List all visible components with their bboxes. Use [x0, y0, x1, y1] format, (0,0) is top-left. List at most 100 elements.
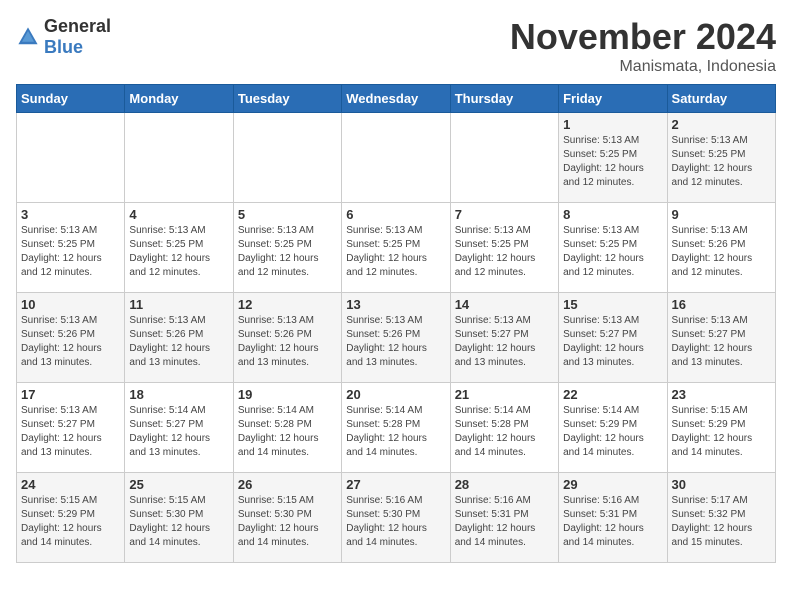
calendar-cell: 29 Sunrise: 5:16 AM Sunset: 5:31 PM Dayli… [559, 473, 667, 563]
calendar-cell: 28Sunrise: 5:16 AM Sunset: 5:31 PM Dayli… [450, 473, 558, 563]
day-of-week-header: Wednesday [342, 85, 450, 113]
logo: General Blue [16, 16, 111, 58]
calendar-cell: 16 Sunrise: 5:13 AM Sunset: 5:27 PM Dayli… [667, 293, 775, 383]
day-of-week-header: Thursday [450, 85, 558, 113]
day-info: Sunrise: 5:15 AM Sunset: 5:30 PM Dayligh… [129, 494, 228, 550]
calendar-cell: 6 Sunrise: 5:13 AM Sunset: 5:25 PM Daylig… [342, 203, 450, 293]
day-number: 1 [563, 117, 662, 132]
calendar-cell: 5 Sunrise: 5:13 AM Sunset: 5:25 PM Daylig… [233, 203, 341, 293]
day-info: Sunrise: 5:13 AM Sunset: 5:25 PM Dayligh… [455, 224, 554, 280]
calendar-cell: 14 Sunrise: 5:13 AM Sunset: 5:27 PM Dayli… [450, 293, 558, 383]
day-info: Sunrise: 5:14 AM Sunset: 5:28 PM Dayligh… [346, 404, 445, 460]
day-info: Sunrise: 5:13 AM Sunset: 5:25 PM Dayligh… [129, 224, 228, 280]
day-info: Sunrise: 5:15 AM Sunset: 5:29 PM Dayligh… [672, 404, 771, 460]
calendar-week-row: 17Sunrise: 5:13 AM Sunset: 5:27 PM Dayli… [17, 383, 776, 473]
logo-general: General [44, 16, 111, 36]
calendar-cell: 2Sunrise: 5:13 AM Sunset: 5:25 PM Daylig… [667, 113, 775, 203]
day-of-week-header: Sunday [17, 85, 125, 113]
day-info: Sunrise: 5:16 AM Sunset: 5:31 PM Dayligh… [563, 494, 662, 550]
calendar-table: SundayMondayTuesdayWednesdayThursdayFrid… [16, 84, 776, 563]
day-number: 2 [672, 117, 771, 132]
calendar-body: 1 Sunrise: 5:13 AM Sunset: 5:25 PM Daylig… [17, 113, 776, 563]
calendar-cell: 11Sunrise: 5:13 AM Sunset: 5:26 PM Dayli… [125, 293, 233, 383]
day-info: Sunrise: 5:13 AM Sunset: 5:26 PM Dayligh… [346, 314, 445, 370]
day-number: 15 [563, 297, 662, 312]
day-info: Sunrise: 5:15 AM Sunset: 5:30 PM Dayligh… [238, 494, 337, 550]
calendar-week-row: 24Sunrise: 5:15 AM Sunset: 5:29 PM Dayli… [17, 473, 776, 563]
day-number: 5 [238, 207, 337, 222]
day-number: 19 [238, 387, 337, 402]
day-info: Sunrise: 5:13 AM Sunset: 5:27 PM Dayligh… [563, 314, 662, 370]
day-number: 12 [238, 297, 337, 312]
calendar-cell: 7 Sunrise: 5:13 AM Sunset: 5:25 PM Daylig… [450, 203, 558, 293]
day-of-week-header: Saturday [667, 85, 775, 113]
day-number: 16 [672, 297, 771, 312]
calendar-cell [450, 113, 558, 203]
day-info: Sunrise: 5:13 AM Sunset: 5:25 PM Dayligh… [563, 134, 662, 190]
calendar-cell: 10Sunrise: 5:13 AM Sunset: 5:26 PM Dayli… [17, 293, 125, 383]
day-info: Sunrise: 5:13 AM Sunset: 5:27 PM Dayligh… [21, 404, 120, 460]
calendar-week-row: 3Sunrise: 5:13 AM Sunset: 5:25 PM Daylig… [17, 203, 776, 293]
calendar-cell: 15 Sunrise: 5:13 AM Sunset: 5:27 PM Dayli… [559, 293, 667, 383]
calendar-cell [125, 113, 233, 203]
day-info: Sunrise: 5:13 AM Sunset: 5:25 PM Dayligh… [563, 224, 662, 280]
day-info: Sunrise: 5:13 AM Sunset: 5:25 PM Dayligh… [21, 224, 120, 280]
calendar-cell: 18Sunrise: 5:14 AM Sunset: 5:27 PM Dayli… [125, 383, 233, 473]
day-info: Sunrise: 5:14 AM Sunset: 5:29 PM Dayligh… [563, 404, 662, 460]
calendar-cell: 27 Sunrise: 5:16 AM Sunset: 5:30 PM Dayli… [342, 473, 450, 563]
calendar-cell: 19 Sunrise: 5:14 AM Sunset: 5:28 PM Dayli… [233, 383, 341, 473]
day-number: 25 [129, 477, 228, 492]
day-number: 22 [563, 387, 662, 402]
day-info: Sunrise: 5:13 AM Sunset: 5:26 PM Dayligh… [672, 224, 771, 280]
day-number: 28 [455, 477, 554, 492]
calendar-cell: 22 Sunrise: 5:14 AM Sunset: 5:29 PM Dayli… [559, 383, 667, 473]
calendar-cell [17, 113, 125, 203]
day-number: 7 [455, 207, 554, 222]
day-info: Sunrise: 5:13 AM Sunset: 5:25 PM Dayligh… [238, 224, 337, 280]
calendar-cell: 3Sunrise: 5:13 AM Sunset: 5:25 PM Daylig… [17, 203, 125, 293]
day-number: 29 [563, 477, 662, 492]
calendar-cell: 30 Sunrise: 5:17 AM Sunset: 5:32 PM Dayli… [667, 473, 775, 563]
calendar-cell: 21 Sunrise: 5:14 AM Sunset: 5:28 PM Dayli… [450, 383, 558, 473]
calendar-week-row: 10Sunrise: 5:13 AM Sunset: 5:26 PM Dayli… [17, 293, 776, 383]
day-number: 11 [129, 297, 228, 312]
calendar-cell: 23 Sunrise: 5:15 AM Sunset: 5:29 PM Dayli… [667, 383, 775, 473]
calendar-cell: 8 Sunrise: 5:13 AM Sunset: 5:25 PM Daylig… [559, 203, 667, 293]
day-info: Sunrise: 5:13 AM Sunset: 5:26 PM Dayligh… [238, 314, 337, 370]
calendar-cell: 17Sunrise: 5:13 AM Sunset: 5:27 PM Dayli… [17, 383, 125, 473]
day-number: 8 [563, 207, 662, 222]
calendar-cell: 25 Sunrise: 5:15 AM Sunset: 5:30 PM Dayli… [125, 473, 233, 563]
calendar-cell: 4Sunrise: 5:13 AM Sunset: 5:25 PM Daylig… [125, 203, 233, 293]
calendar-cell [233, 113, 341, 203]
day-number: 23 [672, 387, 771, 402]
day-info: Sunrise: 5:13 AM Sunset: 5:25 PM Dayligh… [346, 224, 445, 280]
calendar-cell: 24Sunrise: 5:15 AM Sunset: 5:29 PM Dayli… [17, 473, 125, 563]
subtitle: Manismata, Indonesia [510, 58, 776, 76]
day-info: Sunrise: 5:17 AM Sunset: 5:32 PM Dayligh… [672, 494, 771, 550]
day-number: 18 [129, 387, 228, 402]
day-number: 14 [455, 297, 554, 312]
day-of-week-header: Tuesday [233, 85, 341, 113]
day-info: Sunrise: 5:13 AM Sunset: 5:27 PM Dayligh… [672, 314, 771, 370]
day-info: Sunrise: 5:14 AM Sunset: 5:28 PM Dayligh… [455, 404, 554, 460]
calendar-cell: 20Sunrise: 5:14 AM Sunset: 5:28 PM Dayli… [342, 383, 450, 473]
header: General Blue November 2024 Manismata, In… [16, 16, 776, 76]
day-info: Sunrise: 5:13 AM Sunset: 5:27 PM Dayligh… [455, 314, 554, 370]
day-info: Sunrise: 5:14 AM Sunset: 5:28 PM Dayligh… [238, 404, 337, 460]
day-number: 21 [455, 387, 554, 402]
title-area: November 2024 Manismata, Indonesia [510, 16, 776, 76]
calendar-cell: 1 Sunrise: 5:13 AM Sunset: 5:25 PM Daylig… [559, 113, 667, 203]
logo-icon [16, 25, 40, 49]
calendar-cell [342, 113, 450, 203]
calendar-cell: 13 Sunrise: 5:13 AM Sunset: 5:26 PM Dayli… [342, 293, 450, 383]
day-number: 30 [672, 477, 771, 492]
day-number: 13 [346, 297, 445, 312]
calendar-cell: 9Sunrise: 5:13 AM Sunset: 5:26 PM Daylig… [667, 203, 775, 293]
day-number: 6 [346, 207, 445, 222]
day-info: Sunrise: 5:16 AM Sunset: 5:30 PM Dayligh… [346, 494, 445, 550]
day-number: 27 [346, 477, 445, 492]
calendar-cell: 26Sunrise: 5:15 AM Sunset: 5:30 PM Dayli… [233, 473, 341, 563]
calendar-week-row: 1 Sunrise: 5:13 AM Sunset: 5:25 PM Daylig… [17, 113, 776, 203]
day-info: Sunrise: 5:15 AM Sunset: 5:29 PM Dayligh… [21, 494, 120, 550]
day-of-week-header: Friday [559, 85, 667, 113]
